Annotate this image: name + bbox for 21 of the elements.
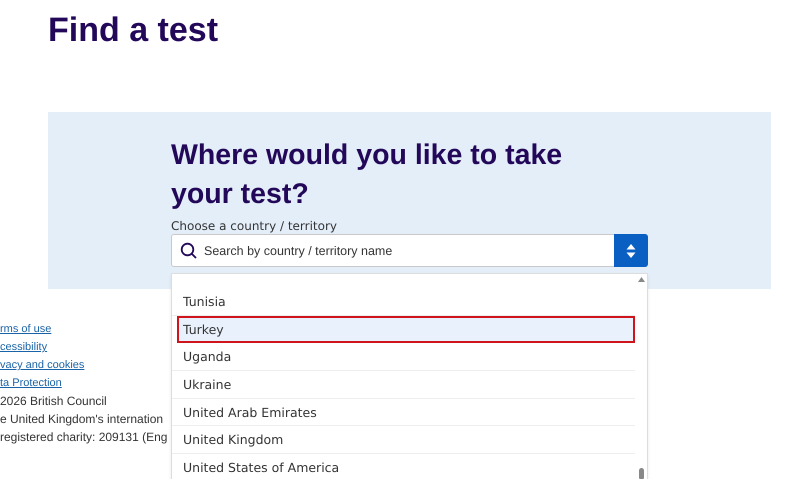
page-title: Find a test xyxy=(47,10,220,51)
country-option[interactable]: United Arab Emirates xyxy=(172,398,635,426)
footer-link[interactable]: rms of use xyxy=(0,320,168,338)
panel-heading: Where would you like to take your test? xyxy=(171,138,564,212)
footer-link[interactable]: ta Protection xyxy=(0,374,168,392)
field-label: Choose a country / territory xyxy=(171,218,338,234)
search-icon xyxy=(180,242,198,260)
country-option[interactable]: Turkey xyxy=(177,316,635,344)
footer-text: e United Kingdom's internation xyxy=(0,411,164,428)
footer-link[interactable]: cessibility xyxy=(0,338,168,356)
footer-link[interactable]: vacy and cookies xyxy=(0,356,168,374)
country-option[interactable]: United Kingdom xyxy=(172,426,635,454)
search-input[interactable]: Search by country / territory name xyxy=(198,235,614,266)
sort-arrows-icon xyxy=(626,242,636,258)
search-field[interactable]: Search by country / territory name xyxy=(171,234,648,267)
country-option[interactable]: Ukraine xyxy=(172,371,635,399)
dropdown-toggle-button[interactable] xyxy=(614,234,648,267)
footer-text: registered charity: 209131 (Eng xyxy=(0,429,168,446)
country-option[interactable]: Tunisia xyxy=(172,288,635,316)
country-option[interactable]: Uganda xyxy=(172,343,635,372)
footer-text: 2026 British Council xyxy=(0,393,108,410)
